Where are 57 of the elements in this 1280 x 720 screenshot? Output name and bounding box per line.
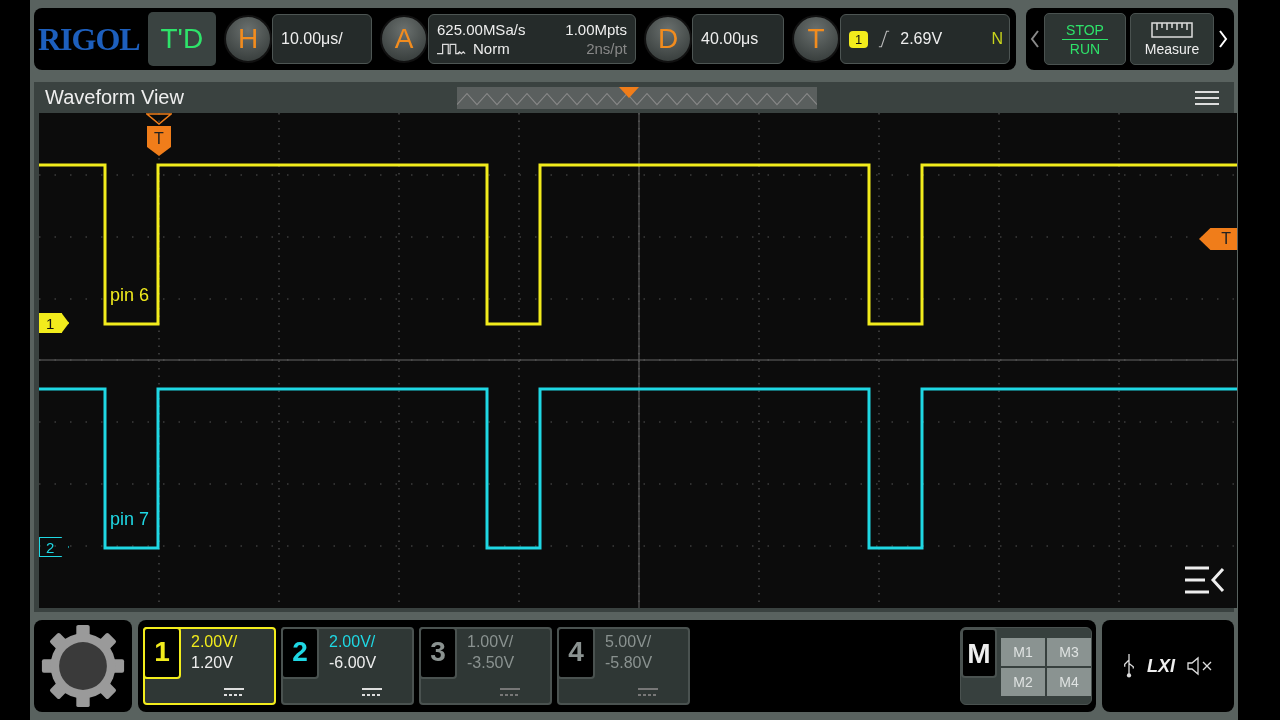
dc-coupling-icon xyxy=(638,687,658,697)
trigger-pointer-icon xyxy=(146,113,172,125)
memory-depth: 1.00Mpts xyxy=(565,21,627,38)
vertical-offset: -5.80V xyxy=(605,654,653,672)
run-stop-button[interactable]: STOP RUN xyxy=(1044,13,1126,65)
dc-coupling-icon xyxy=(500,687,520,697)
measure-button[interactable]: Measure xyxy=(1130,13,1214,65)
acquire-panel[interactable]: 625.00MSa/s 1.00Mpts Norm 2ns/pt xyxy=(428,14,636,64)
channel-number: 2 xyxy=(281,627,319,679)
ruler-icon xyxy=(1151,21,1193,38)
horizontal-panel[interactable]: 10.00μs/ xyxy=(272,14,372,64)
channel-number: 1 xyxy=(143,627,181,679)
lxi-logo: LXI xyxy=(1147,655,1175,677)
position-pointer-icon xyxy=(619,86,639,99)
trigger-panel[interactable]: 1 2.69V N xyxy=(840,14,1010,64)
channel-card[interactable]: 3 1.00V/ -3.50V xyxy=(419,627,552,705)
home-button[interactable] xyxy=(34,620,132,712)
trigger-level: 2.69V xyxy=(900,30,943,48)
delay-panel[interactable]: 40.00μs xyxy=(692,14,784,64)
acquire-mode: Norm xyxy=(473,40,510,57)
time-per-point: 2ns/pt xyxy=(586,40,627,57)
usb-icon xyxy=(1123,652,1135,680)
gear-icon xyxy=(40,623,126,709)
speaker-muted-icon[interactable] xyxy=(1187,656,1213,676)
channel-marker[interactable]: 1 xyxy=(39,313,69,333)
pulse-icon xyxy=(437,41,467,56)
trigger-source-badge: 1 xyxy=(849,30,869,48)
trace-label: pin 6 xyxy=(110,285,150,306)
channel-number: 4 xyxy=(557,627,595,679)
menu-icon[interactable] xyxy=(1195,89,1219,106)
sample-rate: 625.00MSa/s xyxy=(437,21,526,38)
vertical-scale: 2.00V/ xyxy=(329,633,377,651)
channel-card[interactable]: 2 2.00V/ -6.00V xyxy=(281,627,414,705)
chevron-right-icon[interactable] xyxy=(1218,29,1228,49)
math-button[interactable]: M xyxy=(961,628,997,678)
vertical-offset: -3.50V xyxy=(467,654,515,672)
dc-coupling-icon xyxy=(224,687,244,697)
channel-number: 3 xyxy=(419,627,457,679)
chevron-left-icon[interactable] xyxy=(1030,29,1040,49)
collapse-menu-icon[interactable] xyxy=(1183,565,1227,595)
timebase-value: 10.00μs/ xyxy=(281,30,343,48)
brand-logo: RIGOL xyxy=(38,20,140,58)
delay-value: 40.00μs xyxy=(701,30,759,48)
mode-button[interactable]: T'D xyxy=(147,12,216,66)
panel-title: Waveform View xyxy=(44,86,185,109)
trigger-sweep-mode: N xyxy=(991,30,1003,48)
vertical-offset: 1.20V xyxy=(191,654,234,672)
vertical-scale: 5.00V/ xyxy=(605,633,653,651)
channel-card[interactable]: 4 5.00V/ -5.80V xyxy=(557,627,690,705)
rising-edge-icon xyxy=(878,29,891,49)
vertical-offset: -6.00V xyxy=(329,654,377,672)
dc-coupling-icon xyxy=(362,687,382,697)
trace-label: pin 7 xyxy=(110,509,150,530)
memory-position-bar[interactable] xyxy=(457,86,817,109)
vertical-scale: 2.00V/ xyxy=(191,633,238,651)
vertical-scale: 1.00V/ xyxy=(467,633,515,651)
channel-card[interactable]: 1 2.00V/ 1.20V xyxy=(143,627,276,705)
